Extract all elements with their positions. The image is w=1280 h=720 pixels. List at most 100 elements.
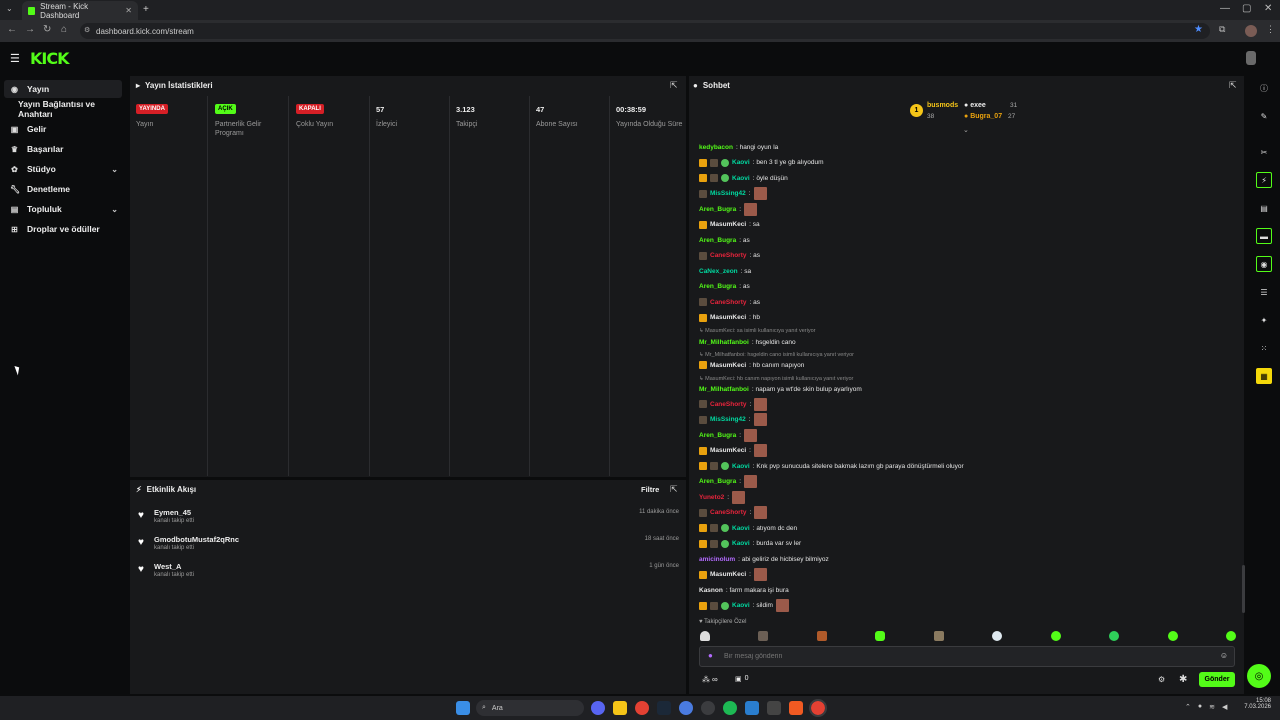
send-button[interactable]: Gönder (1199, 672, 1235, 687)
notion-icon[interactable] (767, 701, 781, 715)
chat-username[interactable]: MasumKeci (710, 447, 746, 454)
chrome-active-icon[interactable] (809, 699, 827, 717)
chat-username[interactable]: Yuneto2 (699, 494, 724, 501)
chat-username[interactable]: Kaovi (732, 463, 750, 470)
discord-icon[interactable] (591, 701, 605, 715)
emote-icon[interactable] (875, 631, 886, 641)
emote-icon[interactable] (992, 631, 1003, 641)
activity-user[interactable]: West_A (154, 562, 181, 571)
minimize-icon[interactable]: — (1220, 3, 1230, 14)
emote-icon[interactable] (1167, 631, 1178, 641)
chat-username[interactable]: Mr_Milhatfanboi (699, 339, 749, 346)
sidebar-item-basarilar[interactable]: ♛ Başarılar (4, 140, 122, 158)
emote-image[interactable] (744, 202, 758, 216)
edit-icon[interactable]: ✎ (1256, 108, 1272, 124)
kick-logo[interactable]: KICK (30, 49, 69, 68)
group-icon[interactable]: ⁙ (1256, 340, 1272, 356)
home-icon[interactable]: ⌂ (61, 24, 67, 35)
leader-first-name[interactable]: busmods (927, 102, 958, 109)
help-bubble-icon[interactable]: ◎ (1247, 664, 1271, 688)
emote-image[interactable] (732, 490, 746, 504)
chat-username[interactable]: MasumKeci (710, 314, 746, 321)
browser-tab[interactable]: Stream - Kick Dashboard ✕ (22, 1, 138, 20)
lightning-icon[interactable]: ⚡︎ (1256, 172, 1272, 188)
hamburger-menu-icon[interactable]: ☰ (10, 52, 20, 65)
new-tab-button[interactable]: + (143, 4, 149, 15)
emoji-icon[interactable]: ☺ (1220, 651, 1228, 660)
windows-start-icon[interactable] (456, 701, 470, 715)
user-avatar[interactable] (1246, 51, 1256, 65)
chat-username[interactable]: Kaovi (732, 602, 750, 609)
emote-image[interactable] (754, 397, 768, 411)
sidebar-item-studyo[interactable]: ✿ Stüdyo ⌄ (4, 160, 122, 178)
emote-icon[interactable] (758, 631, 769, 641)
points-display[interactable]: ⁂ ∞ (702, 675, 718, 684)
chat-username[interactable]: CaneShorty (710, 401, 746, 408)
app-icon[interactable] (701, 701, 715, 715)
emote-image[interactable] (744, 428, 758, 442)
chat-username[interactable]: MisSsing42 (710, 190, 746, 197)
chat-username[interactable]: amicinolum (699, 556, 735, 563)
chat-username[interactable]: Mr_Milhatfanboi (699, 386, 749, 393)
brave-icon[interactable] (789, 701, 803, 715)
settings-gear-icon[interactable]: ⚙ (1158, 675, 1165, 684)
emote-image[interactable] (753, 413, 767, 426)
emote-image[interactable] (753, 187, 767, 200)
emote-icon[interactable] (1225, 631, 1236, 641)
extensions-icon[interactable]: ⧉ (1219, 24, 1225, 35)
chat-username[interactable]: Kaovi (732, 540, 750, 547)
file-explorer-icon[interactable] (613, 701, 627, 715)
broadcast-icon[interactable]: ◉ (1256, 256, 1272, 272)
info-icon[interactable]: ⓘ (1256, 80, 1272, 96)
clock[interactable]: 15:08 7.03.2026 (1243, 698, 1271, 710)
chat-username[interactable]: Aren_Bugra (699, 478, 736, 485)
scissors-icon[interactable]: ✂ (1256, 144, 1272, 160)
activity-user[interactable]: Eymen_45 (154, 508, 191, 517)
system-tray[interactable]: ⌃ ● ≋ ◀ (1185, 703, 1227, 711)
back-icon[interactable]: ← (7, 24, 17, 35)
bookmark-star-icon[interactable]: ★ (1194, 24, 1203, 35)
chat-username[interactable]: MisSsing42 (710, 416, 746, 423)
spotify-icon[interactable] (723, 701, 737, 715)
chat-username[interactable]: CaNex_zeon (699, 268, 738, 275)
chat-username[interactable]: kedybacon (699, 144, 733, 151)
chat-input[interactable]: ● ☺ (699, 646, 1235, 667)
sidebar-item-yayin[interactable]: ◉ Yayın (4, 80, 122, 98)
emote-image[interactable] (775, 599, 789, 612)
tab-menu-icon[interactable]: ⌄ (6, 4, 13, 13)
chat-username[interactable]: CaneShorty (710, 299, 746, 306)
taskbar-search[interactable]: ⌕ Ara (476, 700, 584, 716)
emote-icon[interactable] (700, 631, 710, 641)
close-tab-icon[interactable]: ✕ (125, 6, 132, 15)
sidebar-item-topluluk[interactable]: ▤ Topluluk ⌄ (4, 200, 122, 218)
emote-image[interactable] (744, 475, 758, 488)
chat-username[interactable]: Aren_Bugra (699, 237, 736, 244)
chat-username[interactable]: CaneShorty (710, 252, 746, 259)
browser-menu-icon[interactable]: ⋮ (1266, 24, 1275, 35)
chat-username[interactable]: CaneShorty (710, 509, 746, 516)
app-icon[interactable] (679, 701, 693, 715)
maximize-icon[interactable]: ▢ (1242, 3, 1251, 14)
site-info-icon[interactable]: ⚙ (84, 26, 90, 34)
popout-icon[interactable]: ⇱ (670, 80, 678, 91)
chat-scrollbar[interactable] (1242, 565, 1245, 613)
chat-username[interactable]: Aren_Bugra (699, 283, 736, 290)
popout-icon[interactable]: ⇱ (670, 484, 678, 495)
chat-username[interactable]: Aren_Bugra (699, 432, 736, 439)
emote-icon[interactable] (933, 631, 944, 641)
clapperboard-icon[interactable]: ▦ (1256, 368, 1272, 384)
emote-image[interactable] (754, 506, 768, 519)
close-window-icon[interactable]: ✕ (1264, 3, 1272, 14)
emote-icon[interactable] (816, 631, 827, 641)
chat-username[interactable]: MasumKeci (710, 571, 746, 578)
mod-tools-icon[interactable]: ✱ (1179, 674, 1187, 685)
document-icon[interactable]: ▤ (1256, 200, 1272, 216)
reload-icon[interactable]: ↻ (43, 24, 51, 35)
steam-icon[interactable] (657, 701, 671, 715)
chat-username[interactable]: MasumKeci (710, 221, 746, 228)
chat-username[interactable]: Aren_Bugra (699, 206, 736, 213)
url-field[interactable]: dashboard.kick.com/stream (80, 23, 1210, 39)
emote-icon[interactable] (1109, 631, 1120, 641)
layers-icon[interactable]: ☰ (1256, 284, 1272, 300)
chrome-icon[interactable] (635, 701, 649, 715)
